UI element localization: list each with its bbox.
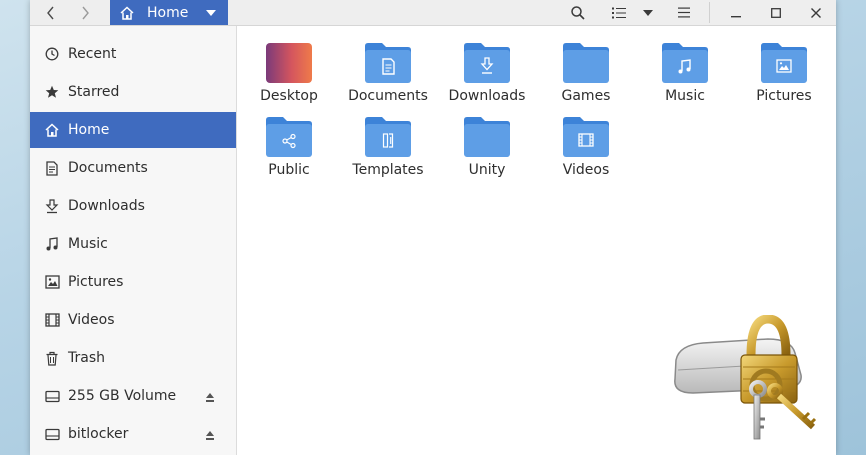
file-item-desktop[interactable]: Desktop: [239, 26, 339, 104]
file-item-pictures[interactable]: Pictures: [734, 26, 834, 104]
sidebar-item-label: Trash: [68, 350, 105, 366]
sidebar-item-home[interactable]: Home: [30, 112, 236, 148]
sidebar-item-label: Pictures: [68, 274, 124, 290]
drive-icon: [44, 426, 60, 442]
chevron-right-icon: [82, 6, 89, 19]
downloads-folder-icon: [464, 43, 510, 83]
picture-icon: [44, 274, 60, 290]
file-name: Pictures: [756, 88, 812, 104]
path-bar-home-button[interactable]: Home: [110, 0, 228, 25]
file-item-unity[interactable]: Unity: [437, 100, 537, 178]
home-icon: [44, 122, 60, 138]
header-bar: Home: [30, 0, 836, 26]
home-icon: [120, 5, 134, 20]
sidebar-item-label: Documents: [68, 160, 148, 176]
sidebar-item-label: Downloads: [68, 198, 145, 214]
pictures-folder-icon: [761, 43, 807, 83]
maximize-icon: [771, 7, 781, 18]
file-item-public[interactable]: Public: [239, 100, 339, 178]
file-name: Videos: [562, 162, 610, 178]
path-bar-label: Home: [147, 4, 189, 21]
forward-button[interactable]: [72, 0, 98, 25]
star-icon: [44, 84, 60, 100]
sidebar-item-label: Starred: [68, 84, 120, 100]
file-item-downloads[interactable]: Downloads: [437, 26, 537, 104]
sidebar-item-label: bitlocker: [68, 426, 129, 442]
clock-icon: [44, 46, 60, 62]
sidebar: Recent Starred Home Documents Downloads …: [30, 26, 237, 455]
chevron-left-icon: [47, 6, 54, 19]
search-icon: [571, 5, 585, 20]
hamburger-menu-icon: [678, 7, 690, 18]
header-separator: [709, 2, 710, 23]
download-icon: [44, 198, 60, 214]
film-icon: [44, 312, 60, 328]
back-button[interactable]: [38, 0, 64, 25]
maximize-button[interactable]: [765, 0, 787, 25]
sidebar-item-label: Recent: [68, 46, 117, 62]
folder-icon: [563, 43, 609, 83]
public-folder-icon: [266, 117, 312, 157]
sidebar-item-255gb-volume[interactable]: 255 GB Volume: [30, 378, 236, 414]
bitlocker-lock-icon: [674, 315, 817, 440]
sidebar-item-label: Videos: [68, 312, 115, 328]
sidebar-item-bitlocker[interactable]: bitlocker: [30, 416, 236, 452]
sidebar-item-videos[interactable]: Videos: [30, 302, 236, 338]
sidebar-item-documents[interactable]: Documents: [30, 150, 236, 186]
menu-button[interactable]: [673, 0, 695, 25]
view-options-button[interactable]: [638, 0, 658, 25]
documents-folder-icon: [365, 43, 411, 83]
sidebar-item-music[interactable]: Music: [30, 226, 236, 262]
file-item-documents[interactable]: Documents: [338, 26, 438, 104]
minimize-button[interactable]: [725, 0, 747, 25]
music-icon: [44, 236, 60, 252]
caret-down-icon[interactable]: [206, 10, 216, 16]
search-button[interactable]: [567, 0, 589, 25]
folder-icon: [464, 117, 510, 157]
list-view-icon: [612, 7, 626, 18]
videos-folder-icon: [563, 117, 609, 157]
file-name: Public: [268, 162, 310, 178]
sidebar-item-label: 255 GB Volume: [68, 388, 177, 404]
templates-folder-icon: [365, 117, 411, 157]
sidebar-item-label: Music: [68, 236, 108, 252]
sidebar-item-trash[interactable]: Trash: [30, 340, 236, 376]
eject-icon[interactable]: [206, 393, 214, 402]
file-name: Unity: [468, 162, 506, 178]
sidebar-item-downloads[interactable]: Downloads: [30, 188, 236, 224]
file-name: Music: [665, 88, 705, 104]
file-name: Templates: [352, 162, 424, 178]
file-item-music[interactable]: Music: [635, 26, 735, 104]
minimize-icon: [731, 15, 741, 17]
document-icon: [44, 160, 60, 176]
desktop-folder-icon: [266, 43, 312, 83]
sidebar-item-label: Home: [68, 122, 110, 138]
sidebar-item-starred[interactable]: Starred: [30, 74, 236, 110]
trash-icon: [44, 350, 60, 366]
music-folder-icon: [662, 43, 708, 83]
file-item-templates[interactable]: Templates: [338, 100, 438, 178]
close-button[interactable]: [805, 0, 827, 25]
drive-icon: [44, 388, 60, 404]
caret-down-icon: [643, 9, 653, 16]
file-item-videos[interactable]: Videos: [536, 100, 636, 178]
close-icon: [811, 7, 821, 18]
view-list-button[interactable]: [608, 0, 630, 25]
sidebar-item-pictures[interactable]: Pictures: [30, 264, 236, 300]
eject-icon[interactable]: [206, 431, 214, 440]
file-item-games[interactable]: Games: [536, 26, 636, 104]
sidebar-item-recent[interactable]: Recent: [30, 36, 236, 72]
